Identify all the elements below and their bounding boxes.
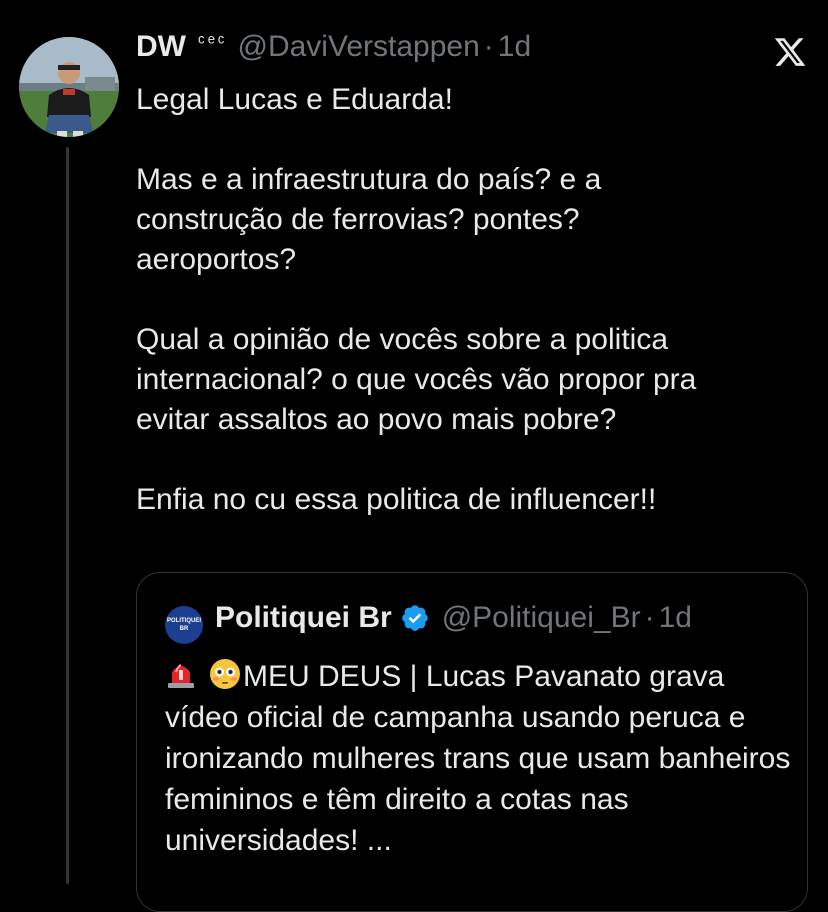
quote-header: Politiquei Br @Politiquei_Br · 1d [215, 601, 692, 635]
avatar-photo [19, 37, 119, 137]
siren-emoji-icon [168, 664, 194, 688]
flushed-face-emoji-icon [210, 659, 240, 689]
quote-tweet-card[interactable]: POLITIQUEI BR Politiquei Br @Politiquei_… [136, 572, 808, 912]
separator-dot: · [483, 30, 494, 63]
x-logo-icon[interactable] [772, 35, 808, 69]
quote-text-block: MEU DEUS | Lucas Pavanato grava vídeo of… [165, 656, 795, 861]
quote-avatar[interactable]: POLITIQUEI BR [165, 606, 203, 644]
tweet-header: DW ᶜᵉᶜ @DaviVerstappen · 1d [136, 30, 531, 74]
name-suffix: ᶜᵉᶜ [197, 32, 228, 53]
tweet-text: Legal Lucas e Eduarda! Mas e a infraestr… [136, 83, 697, 516]
quote-avatar-text-bottom: BR [179, 626, 189, 632]
thread-line [66, 147, 69, 884]
quote-text: MEU DEUS | Lucas Pavanato grava vídeo of… [165, 660, 791, 857]
quote-avatar-text-top: POLITIQUEI [166, 618, 201, 624]
quote-timestamp[interactable]: 1d [659, 601, 692, 635]
handle[interactable]: @DaviVerstappen [238, 30, 480, 64]
quote-handle[interactable]: @Politiquei_Br [442, 601, 641, 635]
display-name[interactable]: DW [136, 30, 186, 64]
quote-display-name[interactable]: Politiquei Br [215, 601, 392, 635]
quote-separator-dot: · [644, 601, 655, 634]
verified-badge-icon [401, 605, 428, 631]
avatar[interactable] [19, 37, 119, 137]
timestamp[interactable]: 1d [498, 30, 531, 64]
